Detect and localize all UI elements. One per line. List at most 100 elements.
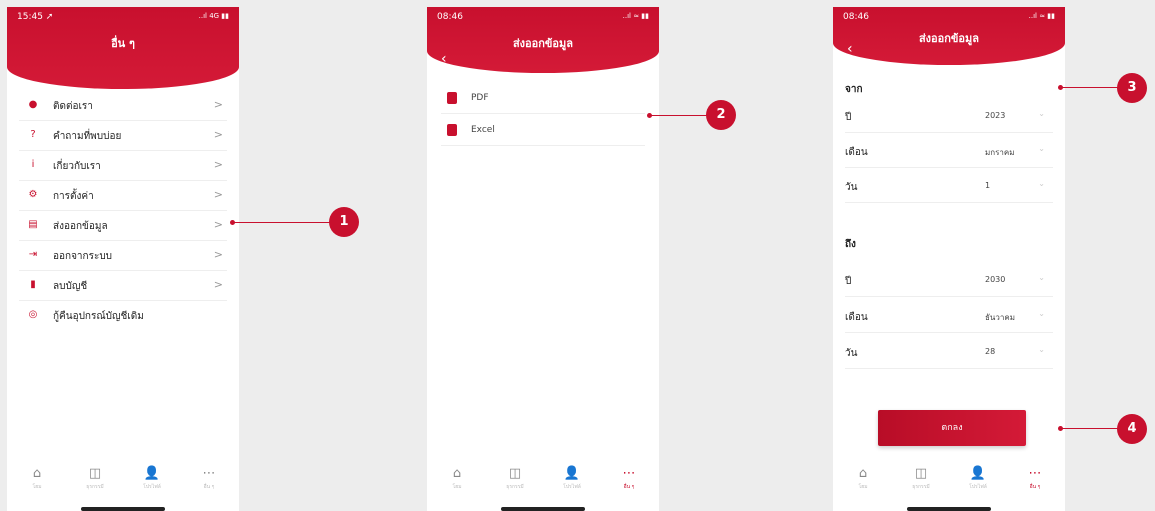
from-month-select[interactable]: เดือน มกราคม ⌄: [845, 134, 1053, 168]
tab-profile[interactable]: 👤 โปรไฟล์: [958, 467, 998, 491]
callout-badge-2: 2: [706, 100, 736, 130]
to-month-select[interactable]: เดือน ธันวาคม ⌄: [845, 299, 1053, 333]
phone-screen-date-range: 08:46 ..ıl ≈ ▮▮ ส่งออกข้อมูล ‹ จาก ปี 20…: [833, 7, 1065, 511]
ok-button[interactable]: ตกลง: [878, 410, 1026, 446]
more-icon: ⋯: [202, 466, 216, 481]
chevron-right-icon: >: [213, 188, 223, 201]
home-icon: ⌂: [32, 466, 42, 481]
back-icon[interactable]: ‹: [847, 41, 853, 57]
status-indicators: ..ıl ≈ ▮▮: [1028, 12, 1055, 20]
status-bar: 08:46 ..ıl ≈ ▮▮: [843, 12, 1055, 26]
menu-item-contact[interactable]: ● ติดต่อเรา >: [19, 91, 227, 121]
tab-bar: ⌂ โฮม ◫ ธุรกรรมี 👤 โปรไฟล์ ⋯ อื่น ๆ: [833, 459, 1065, 505]
callout-3-line: [1062, 87, 1118, 88]
menu-item-restore[interactable]: ◎ กู้คืนอุปกรณ์บัญชีเดิม: [19, 301, 227, 331]
tab-label: อื่น ๆ: [623, 484, 635, 490]
status-bar: 15:45 ➚ ..ıl 4G ▮▮: [17, 12, 229, 26]
tab-profile[interactable]: 👤 โปรไฟล์: [132, 467, 172, 491]
menu-item-label: ลบบัญชี: [53, 281, 88, 292]
home-icon: ⌂: [452, 466, 462, 481]
field-value: 2023: [985, 111, 1006, 120]
tab-transactions[interactable]: ◫ ธุรกรรมี: [75, 467, 115, 491]
tab-label: โปรไฟล์: [969, 484, 987, 490]
home-icon: ⌂: [858, 466, 868, 481]
tab-label: โปรไฟล์: [563, 484, 581, 490]
menu-item-export[interactable]: ▤ ส่งออกข้อมูล >: [19, 211, 227, 241]
tab-label: ธุรกรรมี: [86, 484, 104, 490]
menu-item-label: ส่งออกข้อมูล: [53, 221, 108, 232]
chevron-down-icon: ⌄: [1038, 345, 1045, 354]
from-day-select[interactable]: วัน 1 ⌄: [845, 169, 1053, 203]
person-icon: ●: [28, 99, 38, 110]
menu-item-label: เกี่ยวกับเรา: [53, 161, 101, 172]
tab-more[interactable]: ⋯ อื่น ๆ: [1015, 467, 1055, 491]
tab-profile[interactable]: 👤 โปรไฟล์: [552, 467, 592, 491]
field-value: 1: [985, 181, 991, 190]
callout-badge-3: 3: [1117, 73, 1147, 103]
more-icon: ⋯: [1028, 466, 1042, 481]
field-value: 28: [985, 347, 996, 356]
chevron-right-icon: >: [213, 278, 223, 291]
gear-icon: ⚙: [28, 189, 38, 200]
restore-icon: ◎: [28, 309, 38, 320]
callout-badge-4: 4: [1117, 414, 1147, 444]
back-icon[interactable]: ‹: [441, 51, 447, 67]
menu-item-label: ติดต่อเรา: [53, 101, 93, 112]
profile-icon: 👤: [969, 466, 987, 481]
tab-home[interactable]: ⌂ โฮม: [843, 467, 883, 491]
page-title: ส่งออกข้อมูล: [918, 32, 980, 45]
profile-icon: 👤: [563, 466, 581, 481]
chevron-down-icon: ⌄: [1038, 309, 1045, 318]
excel-file-icon: [447, 124, 457, 136]
field-value: ธันวาคม: [985, 313, 1015, 322]
wallet-icon: ◫: [508, 466, 522, 481]
to-section-heading: ถึง: [845, 239, 856, 250]
header: 15:45 ➚ ..ıl 4G ▮▮ อื่น ๆ: [7, 7, 239, 89]
menu-item-delete-account[interactable]: ▮ ลบบัญชี >: [19, 271, 227, 301]
tab-home[interactable]: ⌂ โฮม: [17, 467, 57, 491]
chevron-right-icon: >: [213, 128, 223, 141]
status-time: 15:45 ➚: [17, 12, 54, 22]
field-label: วัน: [845, 182, 858, 193]
more-icon: ⋯: [622, 466, 636, 481]
wallet-icon: ◫: [914, 466, 928, 481]
chevron-right-icon: >: [213, 158, 223, 171]
status-time: 08:46: [843, 12, 869, 22]
logout-icon: ⇥: [28, 249, 38, 260]
tab-home[interactable]: ⌂ โฮม: [437, 467, 477, 491]
tab-transactions[interactable]: ◫ ธุรกรรมี: [495, 467, 535, 491]
home-indicator: [81, 507, 165, 511]
menu-item-about[interactable]: i เกี่ยวกับเรา >: [19, 151, 227, 181]
menu-item-settings[interactable]: ⚙ การตั้งค่า >: [19, 181, 227, 211]
question-icon: ?: [30, 129, 36, 140]
chevron-down-icon: ⌄: [1038, 144, 1045, 153]
export-pdf-option[interactable]: PDF: [441, 84, 645, 114]
page-title: อื่น ๆ: [111, 37, 135, 50]
tab-bar: ⌂ โฮม ◫ ธุรกรรมี 👤 โปรไฟล์ ⋯ อื่น ๆ: [427, 459, 659, 505]
to-day-select[interactable]: วัน 28 ⌄: [845, 335, 1053, 369]
wallet-icon: ◫: [88, 466, 102, 481]
field-label: เดือน: [845, 312, 868, 323]
menu-item-faq[interactable]: ? คำถามที่พบบ่อย >: [19, 121, 227, 151]
phone-screen-more: 15:45 ➚ ..ıl 4G ▮▮ อื่น ๆ ● ติดต่อเรา > …: [7, 7, 239, 511]
field-label: เดือน: [845, 147, 868, 158]
tab-label: โฮม: [858, 484, 868, 490]
menu-item-label: คำถามที่พบบ่อย: [53, 131, 122, 142]
menu-item-logout[interactable]: ⇥ ออกจากระบบ >: [19, 241, 227, 271]
tab-more[interactable]: ⋯ อื่น ๆ: [609, 467, 649, 491]
tab-more[interactable]: ⋯ อื่น ๆ: [189, 467, 229, 491]
from-year-select[interactable]: ปี 2023 ⌄: [845, 99, 1053, 133]
field-label: วัน: [845, 348, 858, 359]
phone-screen-export: 08:46 ..ıl ≈ ▮▮ ส่งออกข้อมูล ‹ PDF Excel…: [427, 7, 659, 511]
callout-4-line: [1062, 428, 1118, 429]
status-time: 08:46: [437, 12, 463, 22]
tab-transactions[interactable]: ◫ ธุรกรรมี: [901, 467, 941, 491]
tab-label: โฮม: [452, 484, 462, 490]
pdf-file-icon: [447, 92, 457, 104]
menu-item-label: การตั้งค่า: [53, 191, 94, 202]
document-icon: ▤: [28, 219, 38, 230]
export-excel-option[interactable]: Excel: [441, 116, 645, 146]
header: 08:46 ..ıl ≈ ▮▮ ส่งออกข้อมูล ‹: [427, 7, 659, 73]
menu-item-label: ออกจากระบบ: [53, 251, 113, 262]
to-year-select[interactable]: ปี 2030 ⌄: [845, 263, 1053, 297]
